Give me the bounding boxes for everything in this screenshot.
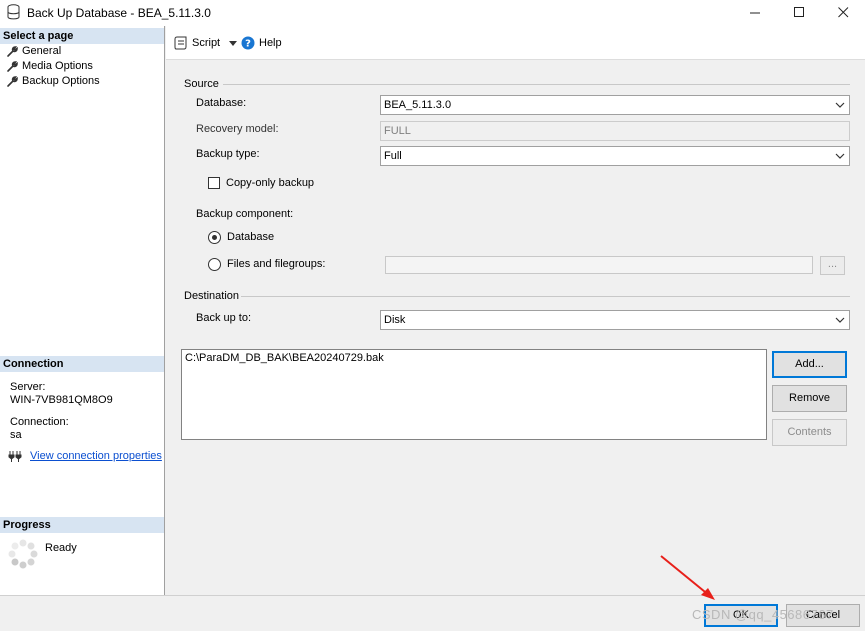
general-page: Source Database: BEA_5.11.3.0 Recovery m… bbox=[166, 61, 865, 595]
destination-group-label: Destination bbox=[184, 290, 240, 302]
source-divider bbox=[223, 84, 850, 85]
remove-button[interactable]: Remove bbox=[772, 385, 847, 412]
title-bar: Back Up Database - BEA_5.11.3.0 bbox=[0, 0, 865, 26]
back-up-to-value: Disk bbox=[384, 314, 406, 326]
database-dropdown[interactable]: BEA_5.11.3.0 bbox=[380, 95, 850, 115]
minimize-icon bbox=[749, 12, 760, 14]
filegroups-field bbox=[385, 256, 813, 274]
script-label: Script bbox=[192, 37, 221, 49]
backup-type-label: Backup type: bbox=[196, 148, 260, 160]
connection-value: sa bbox=[10, 429, 22, 441]
copy-only-label: Copy-only backup bbox=[226, 177, 315, 189]
close-icon bbox=[837, 7, 848, 18]
destination-list[interactable]: C:\ParaDM_DB_BAK\BEA20240729.bak bbox=[181, 349, 767, 440]
left-pane: Select a page General Media Options Back… bbox=[0, 26, 165, 595]
annotation-arrow-icon bbox=[660, 555, 715, 600]
database-icon bbox=[7, 4, 20, 20]
component-database-radio[interactable] bbox=[208, 231, 221, 244]
recovery-model-value: FULL bbox=[384, 125, 411, 137]
recovery-model-field: FULL bbox=[380, 121, 850, 141]
minimize-button[interactable] bbox=[733, 0, 777, 26]
page-backup-options[interactable]: Backup Options bbox=[6, 74, 100, 89]
maximize-button[interactable] bbox=[777, 0, 821, 26]
database-value: BEA_5.11.3.0 bbox=[384, 99, 452, 111]
copy-only-checkbox[interactable] bbox=[208, 177, 220, 189]
maximize-icon bbox=[793, 7, 804, 17]
component-database-label: Database bbox=[227, 231, 275, 243]
page-general[interactable]: General bbox=[6, 44, 61, 59]
script-icon bbox=[174, 36, 187, 50]
page-media-options[interactable]: Media Options bbox=[6, 59, 93, 74]
view-connection-properties-link[interactable]: View connection properties bbox=[30, 450, 162, 462]
backup-type-dropdown[interactable]: Full bbox=[380, 146, 850, 166]
chevron-down-icon bbox=[835, 317, 845, 323]
close-button[interactable] bbox=[821, 0, 865, 26]
page-label: Backup Options bbox=[22, 75, 100, 87]
recovery-model-label: Recovery model: bbox=[196, 123, 279, 135]
help-button[interactable]: ? Help bbox=[241, 36, 282, 50]
toolbar: Script ? Help bbox=[166, 26, 865, 60]
help-label: Help bbox=[259, 37, 282, 49]
wrench-icon bbox=[7, 60, 18, 72]
select-page-header: Select a page bbox=[0, 28, 164, 44]
filegroups-browse-button: ... bbox=[820, 256, 845, 275]
backup-type-value: Full bbox=[384, 150, 402, 162]
backup-component-label: Backup component: bbox=[196, 208, 294, 220]
back-up-to-dropdown[interactable]: Disk bbox=[380, 310, 850, 330]
script-button[interactable]: Script bbox=[174, 36, 238, 50]
progress-spinner-icon bbox=[8, 539, 38, 569]
wrench-icon bbox=[7, 75, 18, 87]
connection-plug-icon bbox=[8, 451, 22, 462]
progress-header: Progress bbox=[0, 517, 164, 533]
chevron-down-icon bbox=[835, 153, 845, 159]
progress-status: Ready bbox=[45, 542, 77, 554]
contents-button: Contents bbox=[772, 419, 847, 446]
chevron-down-icon bbox=[835, 102, 845, 108]
window-title: Back Up Database - BEA_5.11.3.0 bbox=[27, 6, 211, 20]
destination-divider bbox=[241, 296, 850, 297]
dropdown-arrow-icon bbox=[229, 40, 238, 46]
server-value: WIN-7VB981QM8O9 bbox=[10, 394, 113, 406]
add-button[interactable]: Add... bbox=[772, 351, 847, 378]
page-label: Media Options bbox=[22, 60, 93, 72]
list-item[interactable]: C:\ParaDM_DB_BAK\BEA20240729.bak bbox=[185, 352, 763, 364]
source-group-label: Source bbox=[184, 78, 219, 90]
page-label: General bbox=[22, 45, 62, 57]
database-label: Database: bbox=[196, 97, 247, 109]
help-icon: ? bbox=[241, 36, 255, 50]
svg-text:?: ? bbox=[245, 39, 251, 50]
connection-label: Connection: bbox=[10, 416, 69, 428]
watermark: CSDN @qq_45686767 bbox=[692, 607, 834, 622]
back-up-to-label: Back up to: bbox=[196, 312, 252, 324]
view-connection-row: View connection properties bbox=[8, 450, 162, 462]
component-files-label: Files and filegroups: bbox=[227, 258, 326, 270]
wrench-icon bbox=[7, 45, 18, 57]
connection-header: Connection bbox=[0, 356, 164, 372]
server-label: Server: bbox=[10, 381, 46, 393]
component-files-radio[interactable] bbox=[208, 258, 221, 271]
